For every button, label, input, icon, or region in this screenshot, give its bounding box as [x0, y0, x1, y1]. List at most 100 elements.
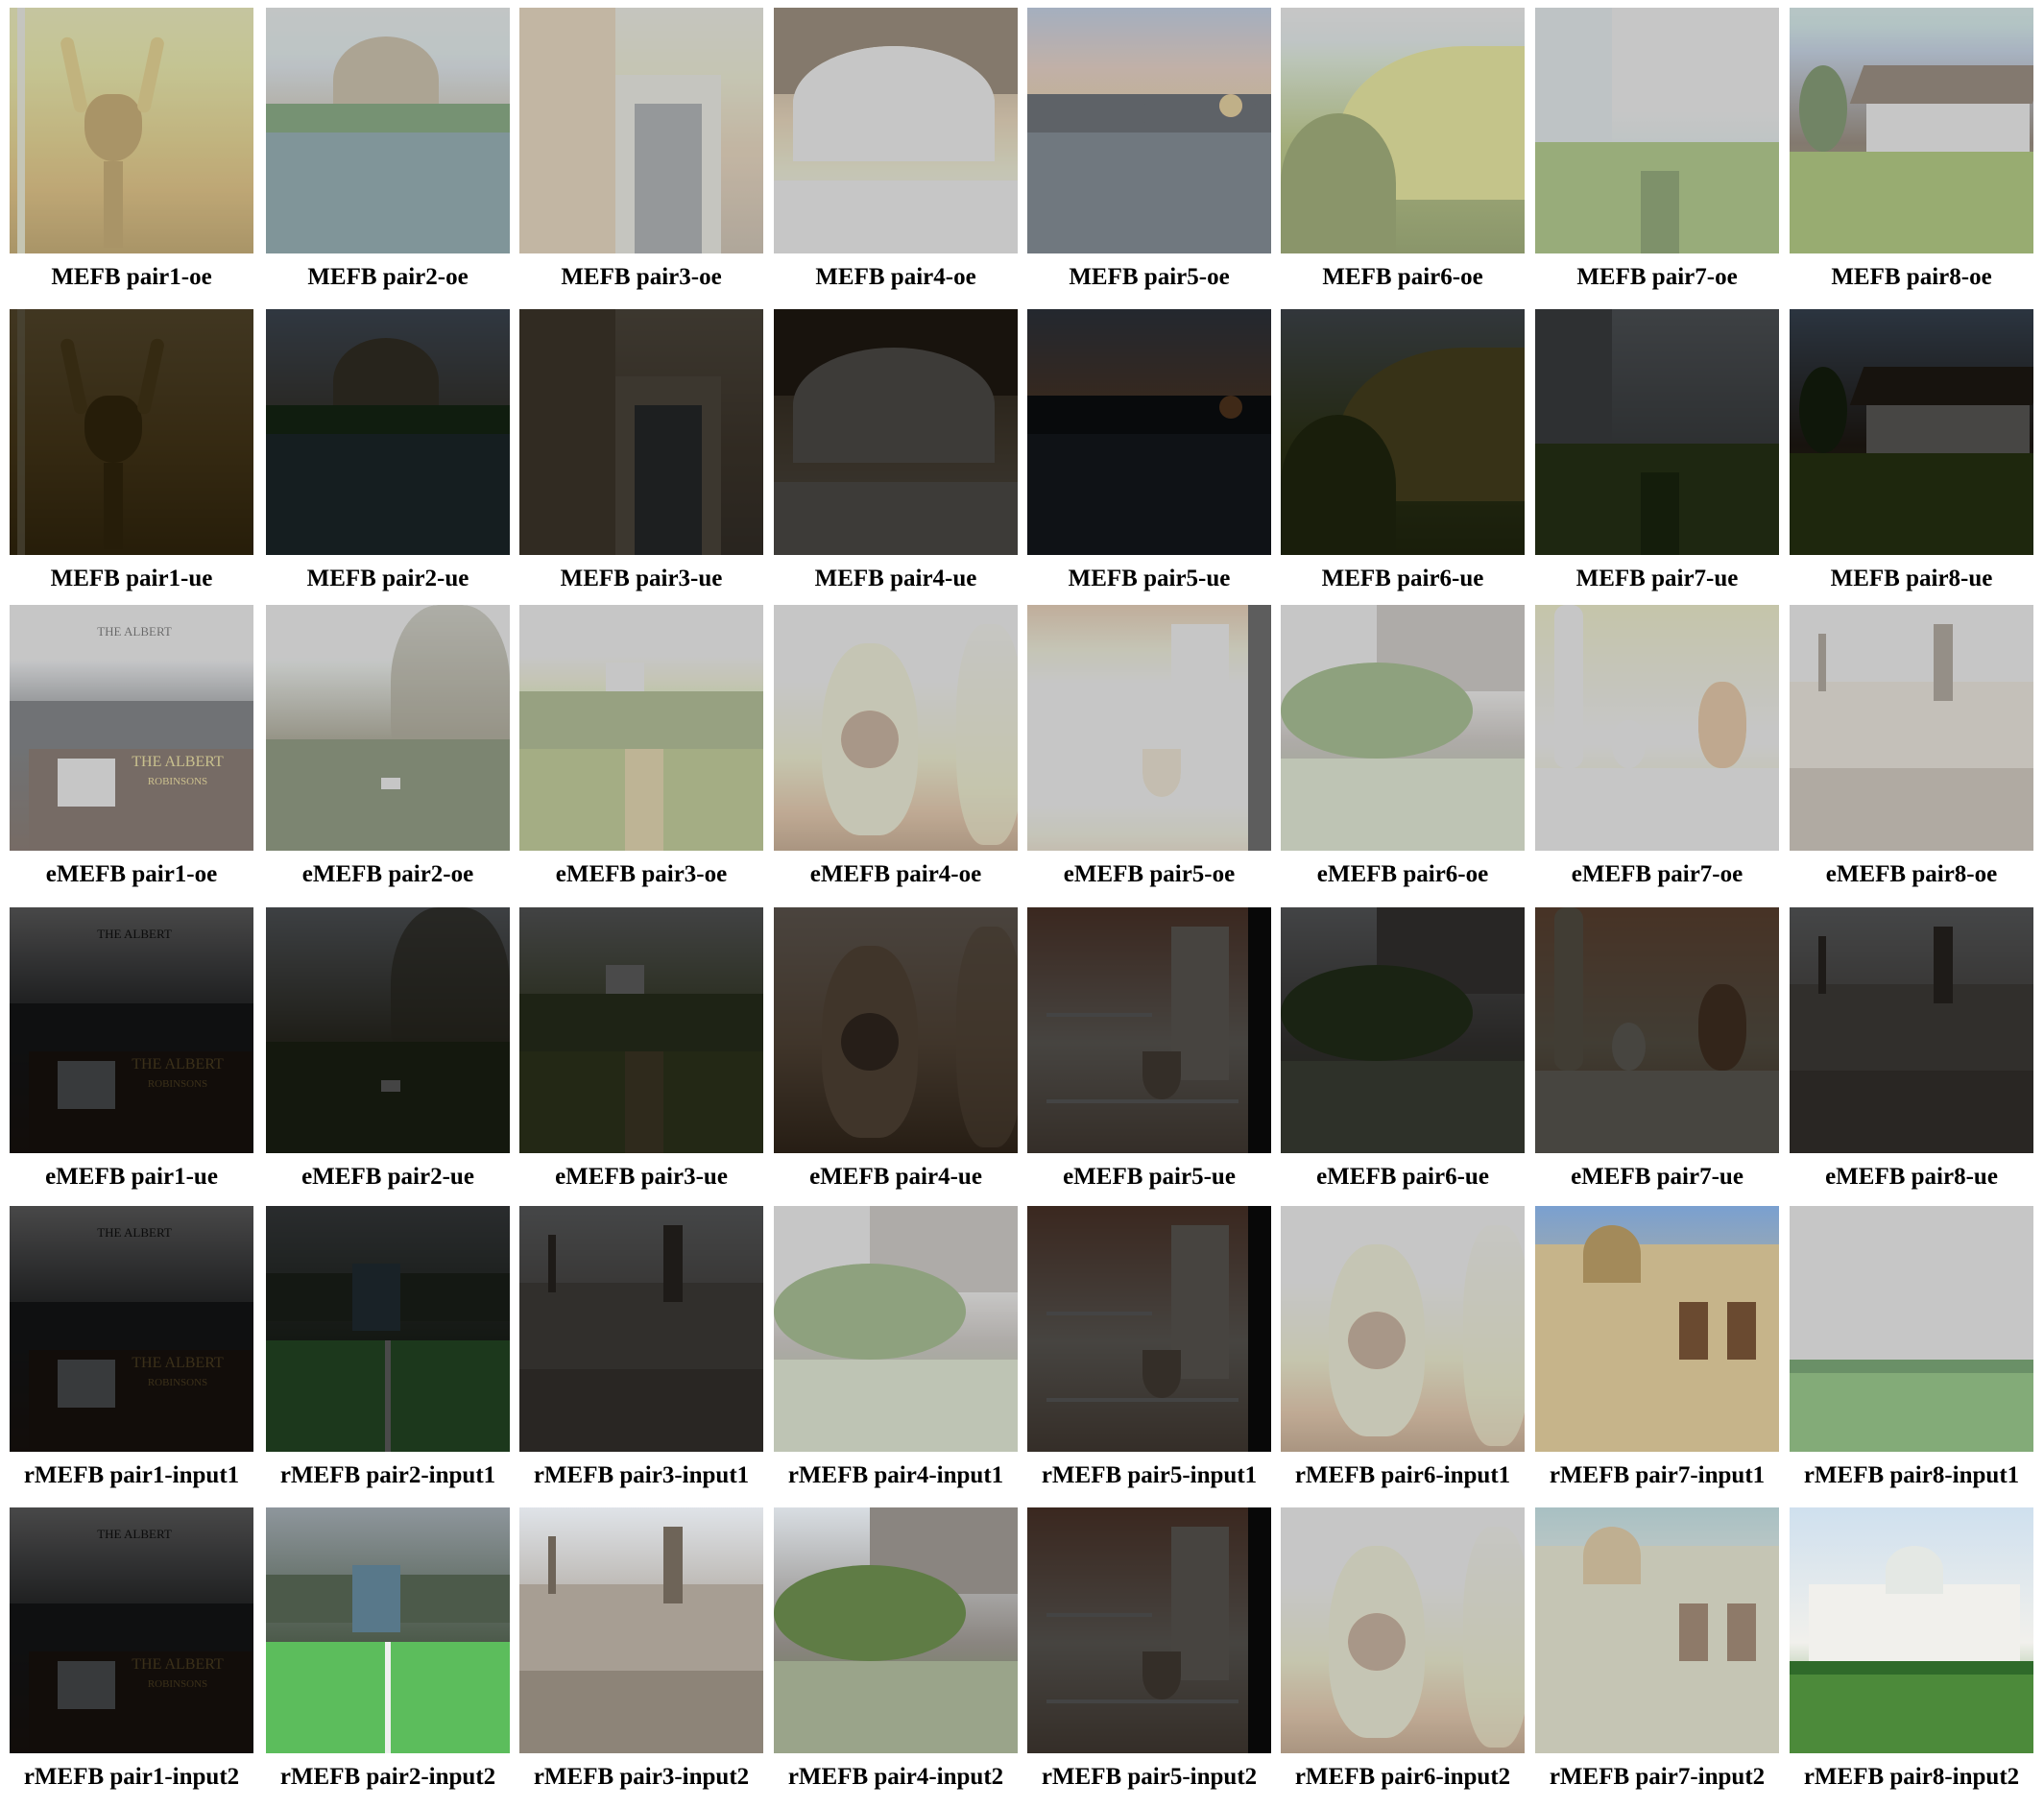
sign-subtext-wall: ROBINSONS — [147, 1678, 208, 1690]
scene-photo-pub-facade: THE ALBERT THE ALBERT ROBINSONS — [10, 605, 253, 851]
scene-photo-garden-trees — [266, 907, 510, 1153]
dark-edge — [1248, 1507, 1271, 1753]
vase-2 — [1463, 1225, 1525, 1446]
sign-text-top: THE ALBERT — [97, 1527, 172, 1541]
image-caption: eMEFB pair7-oe — [1571, 861, 1743, 887]
image-caption: eMEFB pair7-ue — [1571, 1164, 1743, 1190]
amphora — [1698, 682, 1746, 768]
image-caption: rMEFB pair8-input2 — [1803, 1764, 2020, 1790]
tree — [1799, 65, 1847, 152]
thatched-roof — [1849, 65, 2033, 104]
dark-edge — [1248, 1206, 1271, 1452]
shelf-lower — [1046, 1099, 1238, 1103]
image-caption: eMEFB pair5-oe — [1063, 861, 1236, 887]
scene-photo-garden-trees — [266, 605, 510, 851]
image-caption: eMEFB pair2-ue — [301, 1164, 474, 1190]
image-caption: rMEFB pair7-input2 — [1549, 1764, 1766, 1790]
hills — [519, 691, 763, 749]
tree-canopy — [774, 1264, 966, 1360]
scene-photo-river-bridge-sunset — [1027, 309, 1271, 555]
sun — [1219, 396, 1242, 419]
image-caption: eMEFB pair6-oe — [1316, 861, 1489, 887]
vase-2 — [1463, 1527, 1525, 1748]
shelf-lower — [1046, 1398, 1238, 1402]
arch-opening — [793, 46, 995, 161]
sign-text-wall: THE ALBERT — [132, 1656, 224, 1673]
shelf-lower — [1046, 797, 1238, 801]
path — [625, 749, 663, 851]
image-caption: rMEFB pair8-input1 — [1803, 1462, 2020, 1488]
image-caption: rMEFB pair3-input2 — [533, 1764, 750, 1790]
house — [606, 663, 644, 691]
image-caption: eMEFB pair8-ue — [1825, 1164, 1998, 1190]
image-caption: rMEFB pair1-input2 — [23, 1764, 240, 1790]
image-caption: MEFB pair4-oe — [815, 264, 976, 290]
hedge — [1790, 1360, 2033, 1373]
bowl — [1142, 1350, 1181, 1398]
slate-roof — [10, 1302, 253, 1350]
slate-roof — [10, 1603, 253, 1651]
image-caption: eMEFB pair6-ue — [1316, 1164, 1489, 1190]
foreground-roofs — [519, 1671, 763, 1753]
scene-photo-museum-showcase — [1027, 907, 1271, 1153]
scene-photo-bull-head-sculpture — [10, 8, 253, 253]
image-caption: rMEFB pair1-input1 — [23, 1462, 240, 1488]
window — [1679, 1603, 1708, 1661]
image-caption: MEFB pair2-oe — [307, 264, 469, 290]
trees — [266, 405, 510, 434]
image-caption: MEFB pair1-oe — [51, 264, 212, 290]
image-caption: eMEFB pair3-oe — [555, 861, 728, 887]
lake — [266, 133, 510, 253]
sign-text-wall: THE ALBERT — [132, 1056, 224, 1073]
sign-text-wall: THE ALBERT — [132, 1355, 224, 1371]
central-dome — [1886, 1244, 1943, 1292]
charging-station — [352, 1264, 400, 1331]
image-caption: eMEFB pair3-ue — [555, 1164, 728, 1190]
scene-background — [1027, 1507, 1271, 1753]
image-caption: MEFB pair8-oe — [1831, 264, 1992, 290]
scene-photo-pottery-display — [1535, 907, 1779, 1153]
tree-canopy — [774, 1565, 966, 1661]
clock-tower — [663, 1225, 683, 1302]
garden — [266, 1042, 510, 1153]
foreground-roofs — [519, 1369, 763, 1452]
image-caption: rMEFB pair6-input1 — [1294, 1462, 1511, 1488]
sign-text-wall: THE ALBERT — [132, 754, 224, 770]
car — [381, 1080, 400, 1092]
window — [58, 1661, 115, 1709]
display-shelf — [1535, 1071, 1779, 1153]
floor — [774, 482, 1018, 555]
slate-roof — [10, 1003, 253, 1051]
bay-divider — [385, 1642, 391, 1753]
spire — [1818, 936, 1826, 994]
sign-text-top: THE ALBERT — [97, 927, 172, 941]
vase-pattern — [841, 1013, 899, 1071]
scene-photo-tower-park — [1535, 309, 1779, 555]
clock-tower — [1934, 624, 1953, 701]
scene-photo-hillside-shrubs — [1281, 309, 1525, 555]
frame-edge — [17, 8, 25, 253]
lake — [266, 434, 510, 555]
scene-photo-museum-showcase — [1027, 605, 1271, 851]
window — [1679, 1302, 1708, 1360]
bowl — [1142, 1051, 1181, 1099]
shrubs — [1281, 415, 1396, 555]
image-caption: MEFB pair6-oe — [1322, 264, 1483, 290]
image-caption: rMEFB pair4-input2 — [787, 1764, 1004, 1790]
lawn — [1281, 759, 1525, 851]
image-caption: MEFB pair5-oe — [1069, 264, 1230, 290]
palace-body — [1809, 1283, 2020, 1360]
jug — [1612, 720, 1646, 768]
image-caption: eMEFB pair4-oe — [809, 861, 982, 887]
lawn — [774, 1661, 1018, 1753]
scene-photo-city-skyline — [1790, 605, 2033, 851]
foreground-roofs — [1790, 1071, 2033, 1153]
frame-edge — [17, 309, 25, 555]
stand — [104, 463, 123, 549]
image-caption: rMEFB pair3-input1 — [533, 1462, 750, 1488]
image-caption: rMEFB pair4-input1 — [787, 1462, 1004, 1488]
shelf-upper — [1046, 1013, 1152, 1017]
image-grid: MEFB pair1-oe MEFB pair2-oe MEFB pair3-oe M… — [0, 0, 2044, 1808]
tree — [1799, 367, 1847, 453]
tall-vessel — [1554, 605, 1583, 768]
